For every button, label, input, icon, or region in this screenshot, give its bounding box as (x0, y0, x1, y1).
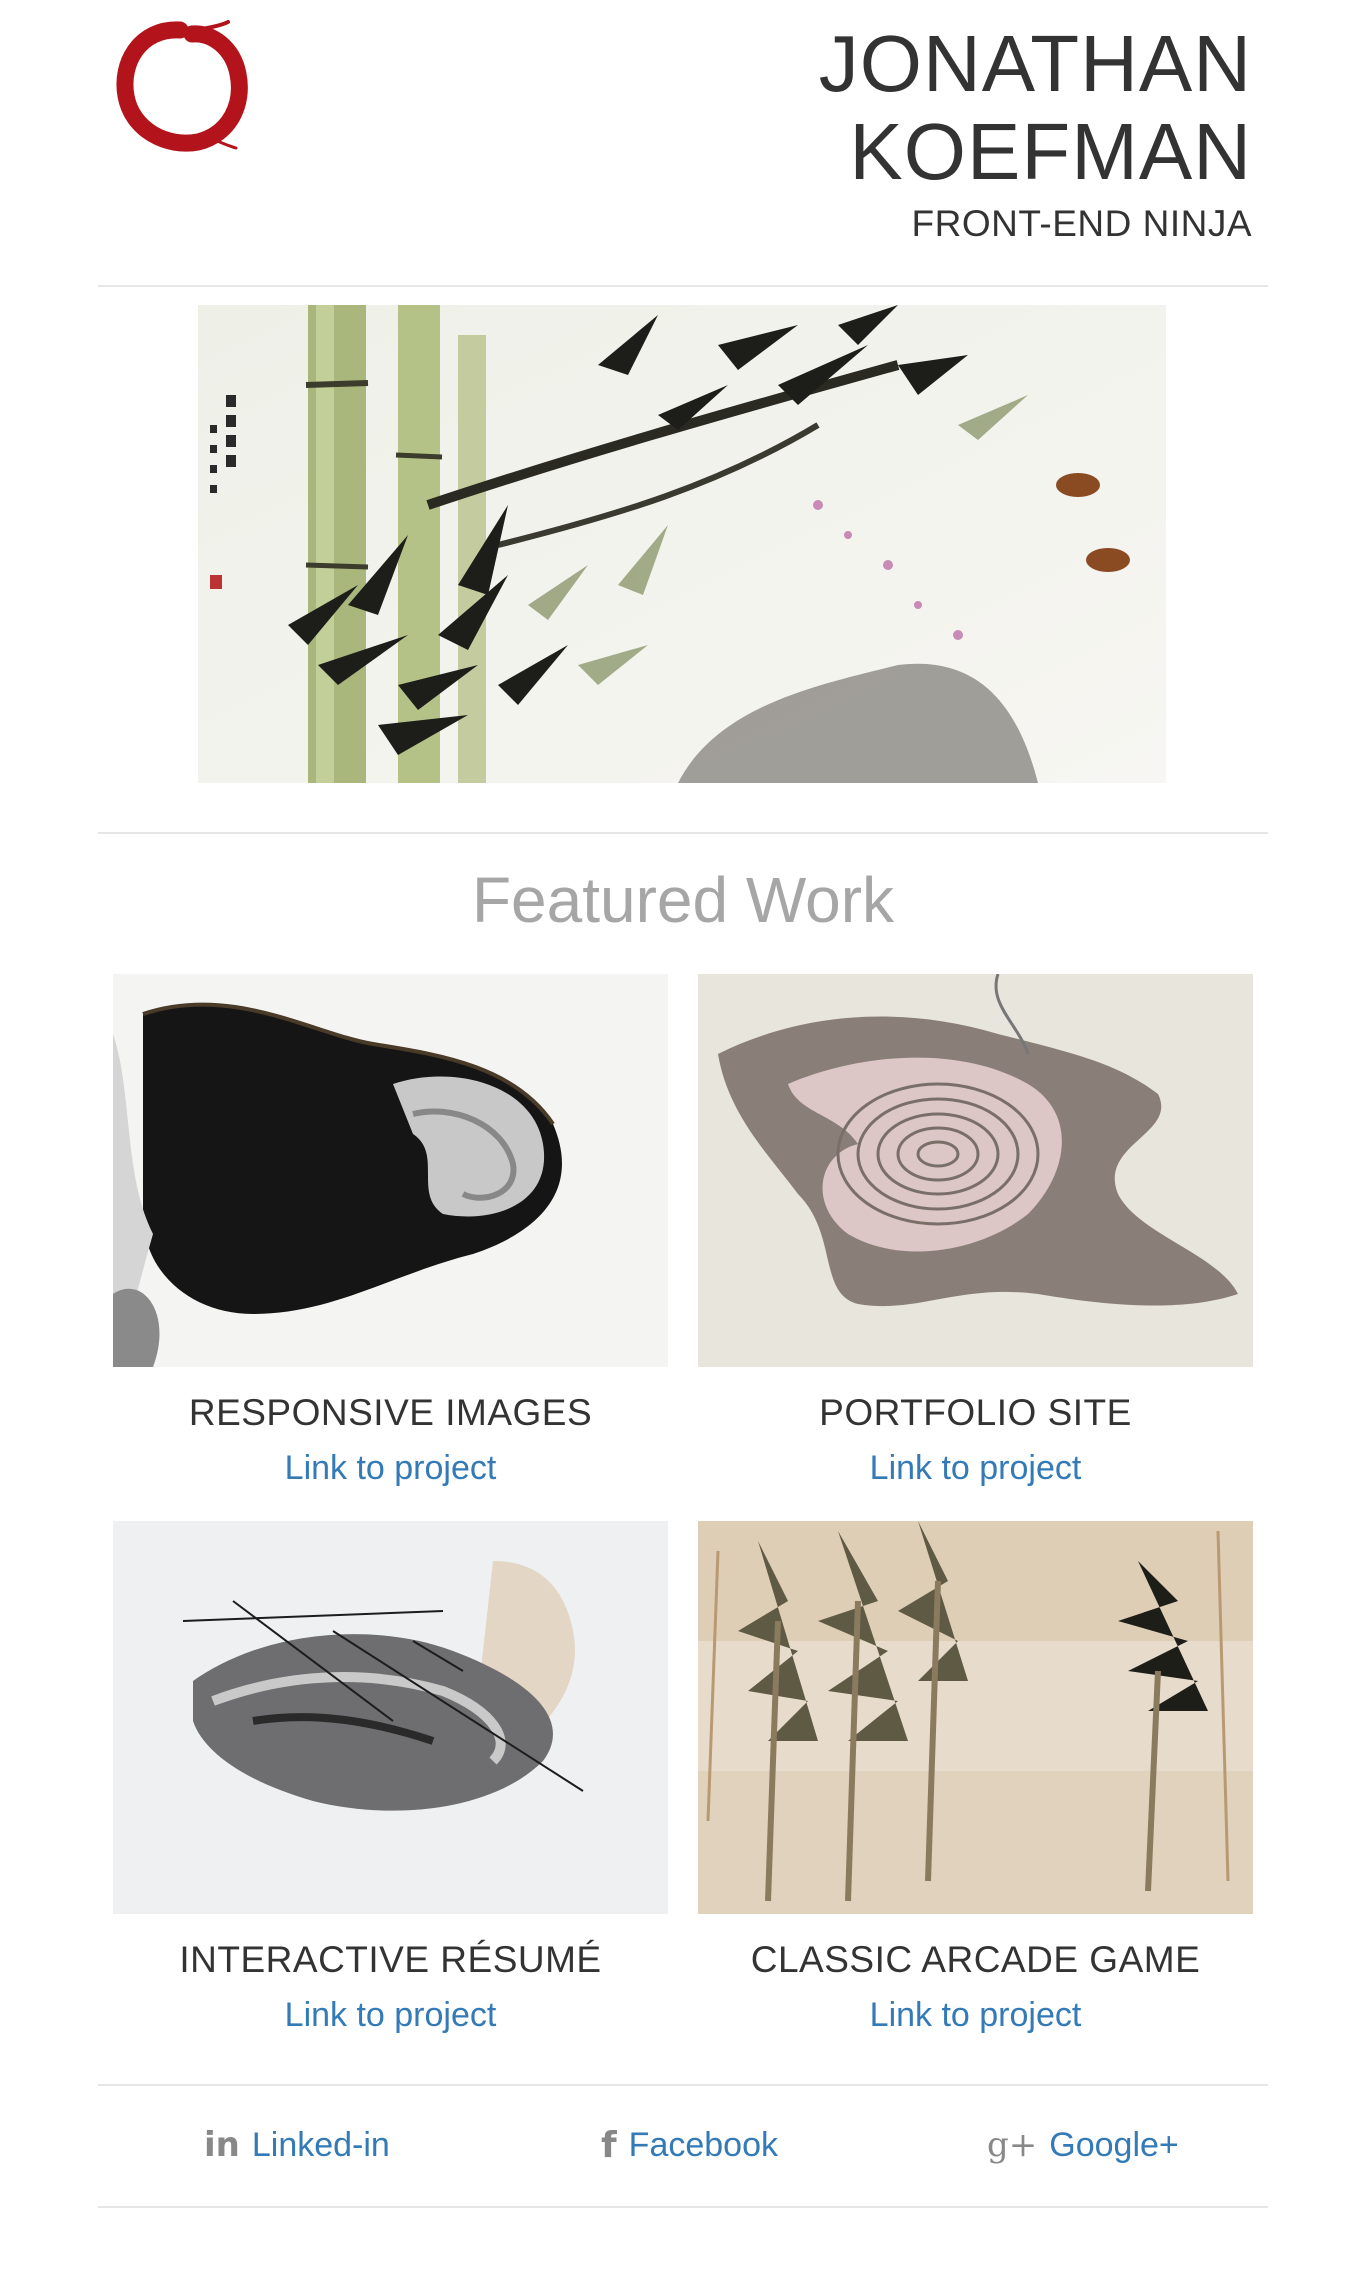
bamboo-painting-image (198, 305, 1166, 783)
social-links: in Linked-in f Facebook g+ Google+ (98, 2085, 1268, 2205)
hero-divider (98, 832, 1268, 834)
project-link[interactable]: Link to project (113, 1447, 668, 1489)
forest-painting-image (698, 1521, 1253, 1914)
name-first: JONATHAN (818, 19, 1252, 108)
featured-work-heading: Featured Work (471, 864, 895, 936)
facebook-icon: f (601, 2124, 617, 2166)
project-link[interactable]: Link to project (113, 1994, 668, 2036)
project-title: INTERACTIVE RÉSUMÉ (179, 1939, 602, 1980)
enso-circle-icon[interactable] (112, 18, 248, 154)
project-title: RESPONSIVE IMAGES (188, 1392, 593, 1433)
site-header: JONATHAN KOEFMAN FRONT-END NINJA (98, 0, 1268, 286)
linkedin-icon: in (204, 2125, 240, 2165)
social-link-linkedin[interactable]: in Linked-in (204, 2115, 390, 2175)
name-last: KOEFMAN (849, 107, 1252, 196)
social-bottom-divider (98, 2206, 1268, 2208)
page: JONATHAN KOEFMAN FRONT-END NINJA Feature… (0, 0, 1366, 2276)
ink-blot-painting-image (113, 974, 668, 1367)
project-link[interactable]: Link to project (698, 1447, 1253, 1489)
social-link-facebook[interactable]: f Facebook (601, 2115, 778, 2175)
site-subtitle: FRONT-END NINJA (911, 203, 1252, 244)
project-link[interactable]: Link to project (698, 1994, 1253, 2036)
social-label: Facebook (628, 2125, 778, 2164)
marbled-ink-painting-image (698, 974, 1253, 1367)
social-link-google-plus[interactable]: g+ Google+ (987, 2115, 1179, 2175)
social-label: Google+ (1049, 2125, 1179, 2164)
social-label: Linked-in (251, 2125, 390, 2164)
project-title: CLASSIC ARCADE GAME (750, 1939, 1201, 1980)
project-card: CLASSIC ARCADE GAME Link to project (698, 1521, 1253, 2036)
project-card: RESPONSIVE IMAGES Link to project (113, 974, 668, 1489)
brush-stroke-painting-image (113, 1521, 668, 1914)
header-divider (98, 285, 1268, 287)
main-container: JONATHAN KOEFMAN FRONT-END NINJA Feature… (98, 0, 1268, 2208)
project-card: PORTFOLIO SITE Link to project (698, 974, 1253, 1489)
site-title: JONATHAN KOEFMAN FRONT-END NINJA (819, 20, 1252, 246)
google-plus-icon: g+ (987, 2125, 1038, 2165)
project-card: INTERACTIVE RÉSUMÉ Link to project (113, 1521, 668, 2036)
project-title: PORTFOLIO SITE (819, 1392, 1132, 1433)
